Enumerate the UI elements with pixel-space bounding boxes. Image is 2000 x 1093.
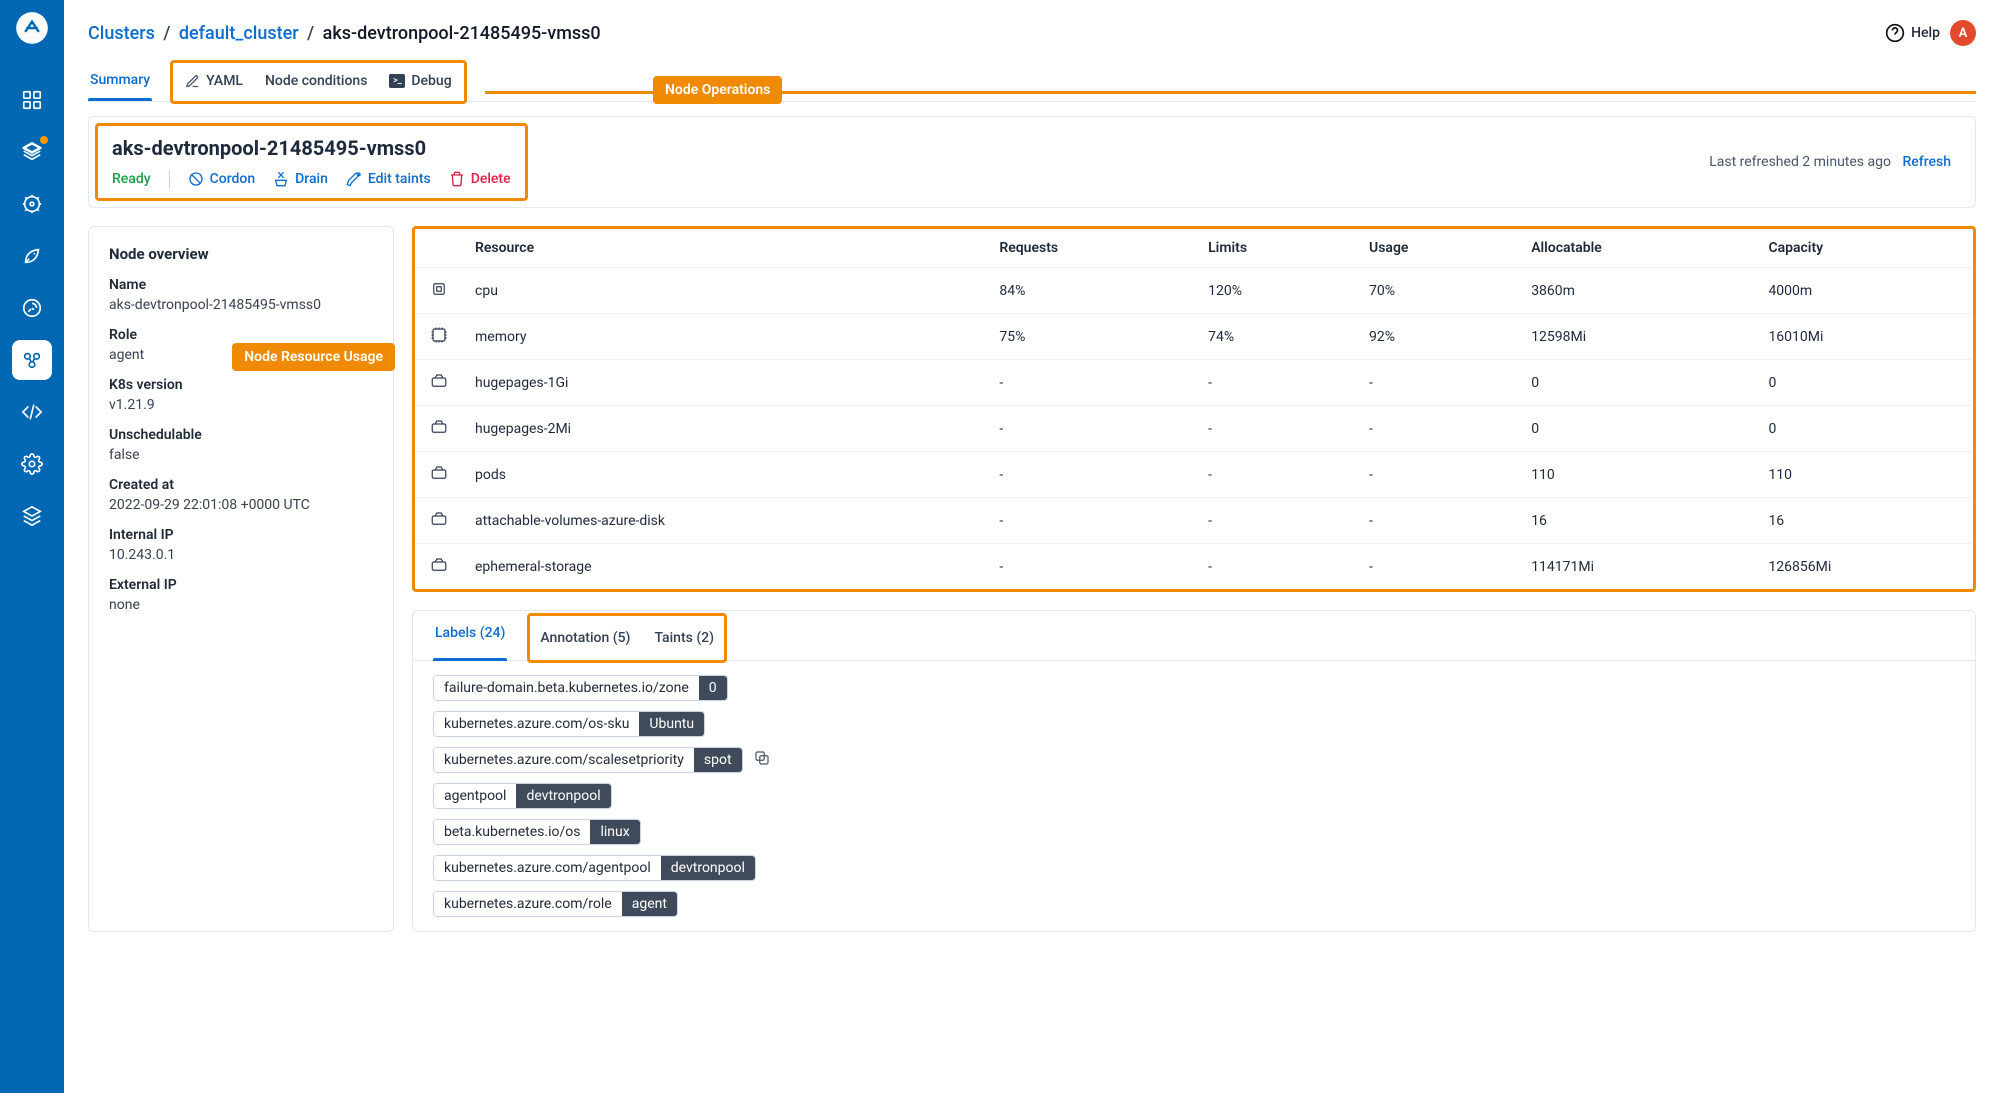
node-overview-title: Node overview	[109, 245, 373, 263]
metadata-card: Labels (24) Annotation (5) Taints (2) fa…	[412, 610, 1976, 932]
drain-button[interactable]: Drain	[273, 171, 328, 187]
node-overview-card: Node overview Nameaks-devtronpool-214854…	[88, 226, 394, 932]
label-chip: kubernetes.azure.com/os-skuUbuntu	[433, 711, 705, 737]
nav-item-deploy[interactable]	[12, 236, 52, 276]
nav-item-settings[interactable]	[12, 444, 52, 484]
resource-row: memory75%74%92%12598Mi16010Mi	[415, 314, 1973, 360]
meta-tab-taints[interactable]: Taints (2)	[652, 616, 716, 660]
refresh-button[interactable]: Refresh	[1902, 154, 1951, 170]
delete-button[interactable]: Delete	[449, 171, 511, 187]
label-chip: agentpooldevtronpool	[433, 783, 612, 809]
overview-item: External IPnone	[109, 577, 373, 613]
overview-item: K8s versionv1.21.9	[109, 377, 373, 413]
meta-tab-annotations[interactable]: Annotation (5)	[538, 616, 632, 660]
labels-list: failure-domain.beta.kubernetes.io/zone0 k…	[413, 661, 1975, 917]
meta-tab-labels[interactable]: Labels (24)	[433, 611, 507, 660]
overview-item: Nameaks-devtronpool-21485495-vmss0	[109, 277, 373, 313]
resource-row: pods---110110	[415, 452, 1973, 498]
terminal-icon: >_	[389, 74, 405, 88]
cordon-button[interactable]: Cordon	[188, 171, 256, 187]
mem-icon	[429, 325, 449, 345]
resource-table: ResourceRequestsLimitsUsageAllocatableCa…	[415, 229, 1973, 589]
crumb-cluster[interactable]: default_cluster	[179, 23, 299, 44]
breadcrumb: Clusters / default_cluster / aks-devtron…	[88, 23, 601, 44]
crumb-node: aks-devtronpool-21485495-vmss0	[323, 23, 601, 44]
resource-row: ephemeral-storage---114171Mi126856Mi	[415, 544, 1973, 590]
main-content: Clusters / default_cluster / aks-devtron…	[64, 0, 2000, 1093]
status-badge: Ready	[112, 171, 151, 187]
tab-debug[interactable]: >_ Debug	[387, 63, 453, 101]
disk-icon	[429, 417, 449, 437]
label-chip: kubernetes.azure.com/scalesetpriorityspo…	[433, 747, 771, 773]
nav-item-app-store[interactable]	[12, 132, 52, 172]
last-refreshed-text: Last refreshed 2 minutes ago	[1709, 154, 1891, 170]
nav-item-config[interactable]	[12, 184, 52, 224]
label-chip: beta.kubernetes.io/oslinux	[433, 819, 641, 845]
resource-usage-card: ResourceRequestsLimitsUsageAllocatableCa…	[412, 226, 1976, 592]
nav-item-stacks[interactable]	[12, 496, 52, 536]
copy-icon[interactable]	[753, 749, 771, 771]
top-bar: Clusters / default_cluster / aks-devtron…	[88, 0, 1976, 46]
overview-item: Unschedulablefalse	[109, 427, 373, 463]
cpu-icon	[429, 279, 449, 299]
overview-item: Created at2022-09-29 22:01:08 +0000 UTC	[109, 477, 373, 513]
disk-icon	[429, 371, 449, 391]
node-title: aks-devtronpool-21485495-vmss0	[112, 136, 511, 160]
node-header-card: aks-devtronpool-21485495-vmss0 Ready Cor…	[88, 116, 1976, 208]
crumb-clusters[interactable]: Clusters	[88, 23, 155, 44]
resource-row: hugepages-1Gi---00	[415, 360, 1973, 406]
overview-item: Internal IP10.243.0.1	[109, 527, 373, 563]
label-chip: failure-domain.beta.kubernetes.io/zone0	[433, 675, 728, 701]
overview-item: Roleagent	[109, 327, 373, 363]
disk-icon	[429, 463, 449, 483]
resource-row: hugepages-2Mi---00	[415, 406, 1973, 452]
tab-yaml[interactable]: YAML	[183, 63, 245, 101]
disk-icon	[429, 555, 449, 575]
label-chip: kubernetes.azure.com/agentpooldevtronpoo…	[433, 855, 756, 881]
user-avatar[interactable]: A	[1950, 20, 1976, 46]
disk-icon	[429, 509, 449, 529]
left-nav-rail	[0, 0, 64, 1093]
edit-taints-button[interactable]: Edit taints	[346, 171, 431, 187]
app-logo	[10, 6, 54, 50]
nav-item-clusters[interactable]	[12, 340, 52, 380]
help-button[interactable]: Help	[1885, 23, 1940, 43]
resource-row: cpu84%120%70%3860m4000m	[415, 268, 1973, 314]
resource-row: attachable-volumes-azure-disk---1616	[415, 498, 1973, 544]
tab-node-conditions[interactable]: Node conditions	[263, 63, 369, 101]
label-chip: kubernetes.azure.com/roleagent	[433, 891, 678, 917]
page-tabs: Summary YAML Node conditions >_ Debug No…	[88, 60, 1976, 102]
nav-item-security[interactable]	[12, 288, 52, 328]
nav-item-code[interactable]	[12, 392, 52, 432]
tab-summary[interactable]: Summary	[88, 62, 152, 100]
nav-item-apps[interactable]	[12, 80, 52, 120]
callout-node-operations: Node Operations	[653, 76, 782, 104]
